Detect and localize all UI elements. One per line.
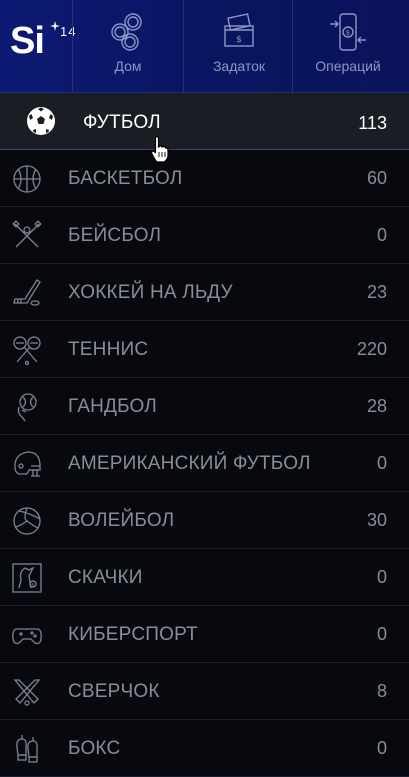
svg-text:$: $ xyxy=(31,583,34,589)
sport-item-basketball[interactable]: БАСКЕТБОЛ 60 xyxy=(0,150,409,207)
handball-icon xyxy=(17,393,37,422)
tennis-rackets-icon xyxy=(13,336,41,366)
sport-item-handball[interactable]: ГАНДБОЛ 28 xyxy=(0,378,409,435)
top-header: Si 14 Дом $ Задаток $ Операций xyxy=(0,0,409,93)
sports-list: ФУТБОЛ 113 БАСКЕТБОЛ 60 БЕЙСБОЛ 0 ХОККЕЙ… xyxy=(0,93,409,777)
sport-label: АМЕРИКАНСКИЙ ФУТБОЛ xyxy=(68,453,311,474)
nav-deposit-label: Задаток xyxy=(212,58,266,74)
nav-transactions-label: Операций xyxy=(315,58,381,74)
sport-label: КИБЕРСПОРТ xyxy=(68,624,198,645)
nav-home[interactable]: Дом xyxy=(72,0,183,92)
sport-count: 8 xyxy=(376,681,387,701)
svg-text:$: $ xyxy=(346,29,350,37)
sport-count: 0 xyxy=(376,225,387,245)
deposit-icon: $ xyxy=(224,13,254,47)
horse-racing-icon: $ xyxy=(12,563,42,593)
sport-label: ВОЛЕЙБОЛ xyxy=(68,510,175,531)
sport-count: 0 xyxy=(376,738,387,758)
sport-item-tennis[interactable]: ТЕННИС 220 xyxy=(0,321,409,378)
sport-item-horse-racing[interactable]: $ СКАЧКИ 0 xyxy=(0,549,409,606)
sport-label: БОКС xyxy=(68,738,121,759)
sport-count: 220 xyxy=(356,339,387,359)
sport-count: 23 xyxy=(366,282,387,302)
sport-item-football[interactable]: ФУТБОЛ 113 xyxy=(0,93,409,150)
sport-label: ТЕННИС xyxy=(68,339,149,360)
sport-item-boxing[interactable]: БОКС 0 xyxy=(0,720,409,777)
sport-count: 30 xyxy=(366,510,387,530)
sport-label: ГАНДБОЛ xyxy=(68,396,157,417)
coins-icon xyxy=(111,13,142,51)
sport-label: БЕЙСБОЛ xyxy=(68,225,162,246)
sport-count: 0 xyxy=(376,453,387,473)
sport-item-ice-hockey[interactable]: ХОККЕЙ НА ЛЬДУ 23 xyxy=(0,264,409,321)
sport-count: 60 xyxy=(366,168,387,188)
volleyball-icon xyxy=(13,507,41,535)
sport-count: 0 xyxy=(376,567,387,587)
sport-item-volleyball[interactable]: ВОЛЕЙБОЛ 30 xyxy=(0,492,409,549)
basketball-icon xyxy=(13,165,41,193)
baseball-bats-icon xyxy=(12,220,42,248)
sport-label: ХОККЕЙ НА ЛЬДУ xyxy=(68,282,233,303)
hand-cursor-icon xyxy=(151,136,169,163)
cricket-bats-icon xyxy=(13,679,41,706)
sport-item-cricket[interactable]: СВЕРЧОК 8 xyxy=(0,663,409,720)
sport-count: 0 xyxy=(376,624,387,644)
sport-item-esports[interactable]: КИБЕРСПОРТ 0 xyxy=(0,606,409,663)
boxing-gloves-icon xyxy=(16,735,38,763)
nav-deposit[interactable]: $ Задаток xyxy=(183,0,294,92)
sparkle-icon xyxy=(50,21,60,31)
sport-label: СКАЧКИ xyxy=(68,567,143,588)
phone-transfer-icon: $ xyxy=(330,13,366,51)
sport-count: 113 xyxy=(358,113,387,133)
sport-label: СВЕРЧОК xyxy=(68,681,160,702)
sport-item-american-football[interactable]: АМЕРИКАНСКИЙ ФУТБОЛ 0 xyxy=(0,435,409,492)
logo-text: Si xyxy=(10,20,45,62)
football-helmet-icon xyxy=(14,451,41,477)
svg-text:$: $ xyxy=(236,35,242,45)
nav-transactions[interactable]: $ Операций xyxy=(292,0,403,92)
hockey-stick-icon xyxy=(13,279,41,306)
sport-item-baseball[interactable]: БЕЙСБОЛ 0 xyxy=(0,207,409,264)
gamepad-icon xyxy=(12,628,42,645)
nav-home-label: Дом xyxy=(114,58,142,74)
sport-count: 28 xyxy=(366,396,387,416)
soccer-ball-icon xyxy=(27,107,55,135)
